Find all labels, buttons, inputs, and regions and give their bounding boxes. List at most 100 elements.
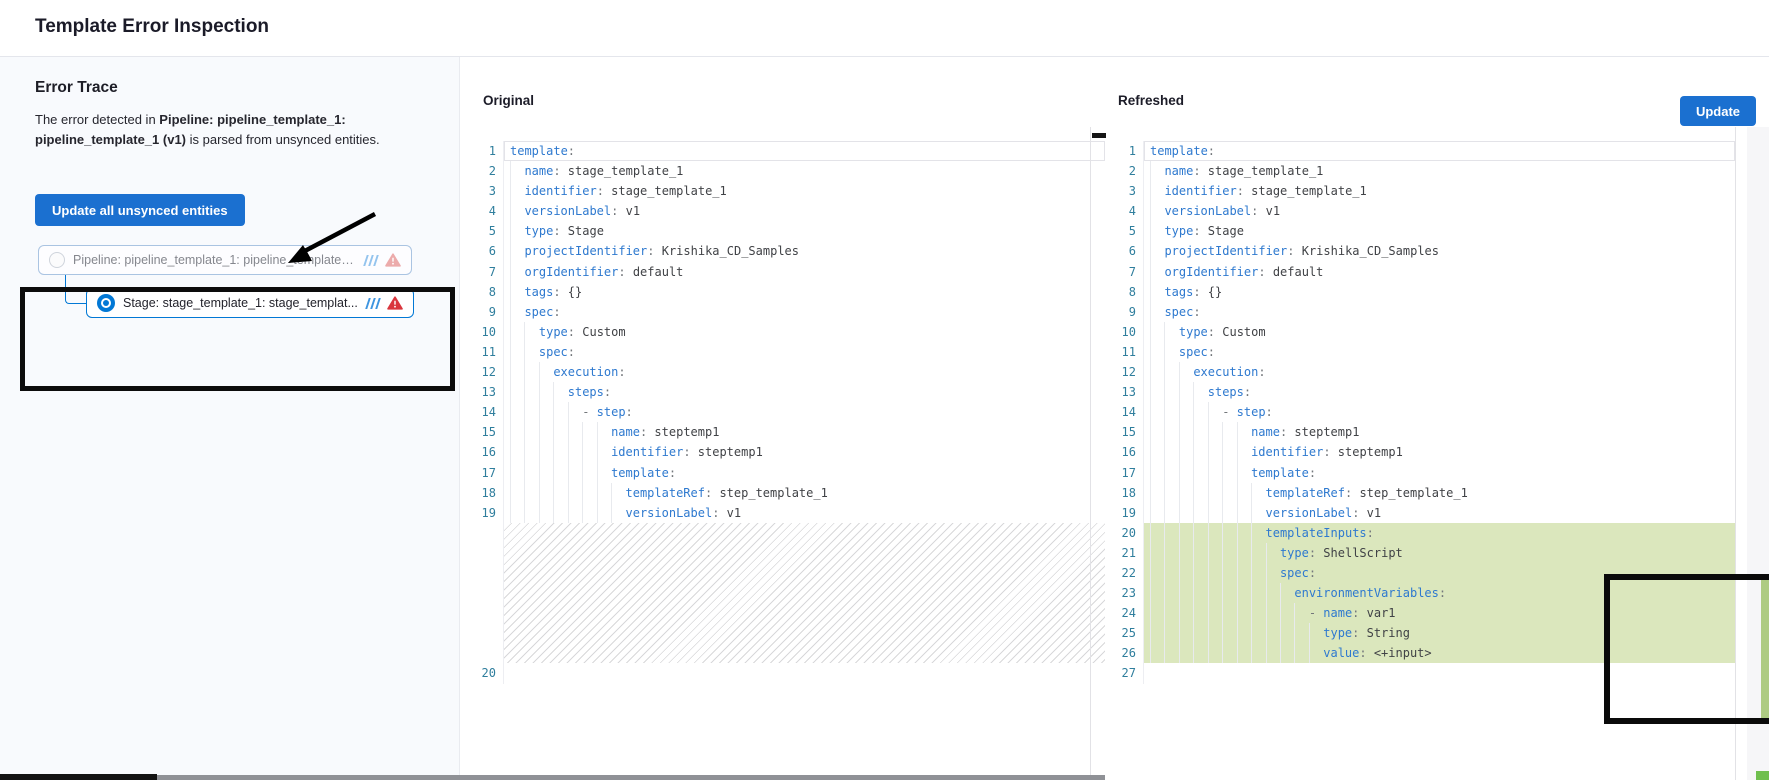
refreshed-code-editor[interactable]: 1template:2name: stage_template_13identi… <box>1118 141 1735 684</box>
page-header: Template Error Inspection <box>0 0 1769 57</box>
bottom-right-green-mark <box>1756 771 1769 780</box>
bottom-scrollbar-thumb[interactable] <box>0 774 157 780</box>
line-number: 14 <box>478 402 503 422</box>
line-number: 24 <box>1118 603 1143 623</box>
line-number: 21 <box>1118 543 1143 563</box>
stage-node-label: Stage: stage_template_1: stage_templat..… <box>123 296 359 310</box>
line-number: 19 <box>478 503 503 523</box>
code-line: 6projectIdentifier: Krishika_CD_Samples <box>478 241 1105 261</box>
warning-icon-faded <box>385 253 401 267</box>
line-number: 13 <box>1118 382 1143 402</box>
line-number: 2 <box>1118 161 1143 181</box>
line-number: 4 <box>478 201 503 221</box>
line-number: 8 <box>1118 282 1143 302</box>
line-number: 14 <box>1118 402 1143 422</box>
line-number: 10 <box>478 322 503 342</box>
line-number: 6 <box>1118 241 1143 261</box>
code-line: 18templateRef: step_template_1 <box>1118 483 1735 503</box>
code-line: 26value: <+input> <box>1118 643 1735 663</box>
code-line: 12execution: <box>478 362 1105 382</box>
line-number: 18 <box>1118 483 1143 503</box>
code-line: 9spec: <box>478 302 1105 322</box>
code-line: 11spec: <box>478 342 1105 362</box>
line-number: 10 <box>1118 322 1143 342</box>
code-line: 1template: <box>478 141 1105 161</box>
line-number: 7 <box>1118 262 1143 282</box>
code-line: 7orgIdentifier: default <box>478 262 1105 282</box>
line-number: 20 <box>1118 523 1143 543</box>
code-line: 21type: ShellScript <box>1118 543 1735 563</box>
error-trace-heading: Error Trace <box>35 79 118 97</box>
overview-cursor-mark <box>1092 133 1106 138</box>
overview-ruler[interactable] <box>1747 127 1769 780</box>
error-trace-sidebar: Error Trace The error detected in Pipeli… <box>0 57 460 780</box>
line-number: 11 <box>1118 342 1143 362</box>
code-line: 10type: Custom <box>1118 322 1735 342</box>
line-number: 12 <box>478 362 503 382</box>
code-line: 5type: Stage <box>1118 221 1735 241</box>
code-line: 3identifier: stage_template_1 <box>478 181 1105 201</box>
code-line: 13steps: <box>478 382 1105 402</box>
code-line: 18templateRef: step_template_1 <box>478 483 1105 503</box>
tree-connector <box>65 275 86 304</box>
code-line: 8tags: {} <box>478 282 1105 302</box>
code-line: 24- name: var1 <box>1118 603 1735 623</box>
code-line: 19versionLabel: v1 <box>1118 503 1735 523</box>
code-line: 14- step: <box>478 402 1105 422</box>
page-title: Template Error Inspection <box>35 16 269 38</box>
code-line: 16identifier: steptemp1 <box>478 442 1105 462</box>
collapsed-diff-region <box>478 523 1105 664</box>
code-line: 4versionLabel: v1 <box>1118 201 1735 221</box>
refreshed-panel-title: Refreshed <box>1118 93 1184 108</box>
template-icon <box>367 298 379 309</box>
line-number: 1 <box>1118 141 1143 161</box>
code-line: 2name: stage_template_1 <box>478 161 1105 181</box>
line-number: 1 <box>478 141 503 161</box>
code-line: 20templateInputs: <box>1118 523 1735 543</box>
code-line: 1template: <box>1118 141 1735 161</box>
line-number: 3 <box>1118 181 1143 201</box>
radio-unselected-icon[interactable] <box>49 252 65 268</box>
diff-area: Original Refreshed Update 1template:2nam… <box>460 57 1769 780</box>
template-icon <box>365 255 377 266</box>
code-line: 22spec: <box>1118 563 1735 583</box>
code-line: 8tags: {} <box>1118 282 1735 302</box>
line-number: 17 <box>1118 463 1143 483</box>
line-number: 6 <box>478 241 503 261</box>
code-line: 10type: Custom <box>478 322 1105 342</box>
line-number: 22 <box>1118 563 1143 583</box>
line-number: 16 <box>478 442 503 462</box>
tree-node-stage[interactable]: Stage: stage_template_1: stage_templat..… <box>86 288 414 318</box>
tree-node-pipeline[interactable]: Pipeline: pipeline_template_1: pipeline_… <box>38 245 412 275</box>
update-button[interactable]: Update <box>1680 96 1756 126</box>
line-number: 11 <box>478 342 503 362</box>
code-line: 15name: steptemp1 <box>1118 422 1735 442</box>
line-number: 3 <box>478 181 503 201</box>
code-line: 3identifier: stage_template_1 <box>1118 181 1735 201</box>
line-number: 19 <box>1118 503 1143 523</box>
code-line: 27 <box>1118 663 1735 683</box>
line-number: 20 <box>478 663 503 683</box>
update-all-unsynced-button[interactable]: Update all unsynced entities <box>35 194 245 226</box>
line-number: 4 <box>1118 201 1143 221</box>
code-line: 14- step: <box>1118 402 1735 422</box>
code-line: 25type: String <box>1118 623 1735 643</box>
radio-selected-icon[interactable] <box>97 294 115 312</box>
code-line: 17template: <box>478 463 1105 483</box>
line-number: 9 <box>478 302 503 322</box>
line-number: 12 <box>1118 362 1143 382</box>
line-number: 8 <box>478 282 503 302</box>
original-code-editor[interactable]: 1template:2name: stage_template_13identi… <box>478 141 1105 684</box>
code-line: 12execution: <box>1118 362 1735 382</box>
line-number: 15 <box>1118 422 1143 442</box>
line-number: 26 <box>1118 643 1143 663</box>
error-description-suffix: is parsed from unsynced entities. <box>186 132 380 147</box>
code-line: 19versionLabel: v1 <box>478 503 1105 523</box>
code-line: 4versionLabel: v1 <box>478 201 1105 221</box>
code-line: 11spec: <box>1118 342 1735 362</box>
code-line: 16identifier: steptemp1 <box>1118 442 1735 462</box>
line-number: 23 <box>1118 583 1143 603</box>
line-number: 15 <box>478 422 503 442</box>
code-line: 9spec: <box>1118 302 1735 322</box>
bottom-scrollbar[interactable] <box>0 775 1105 780</box>
